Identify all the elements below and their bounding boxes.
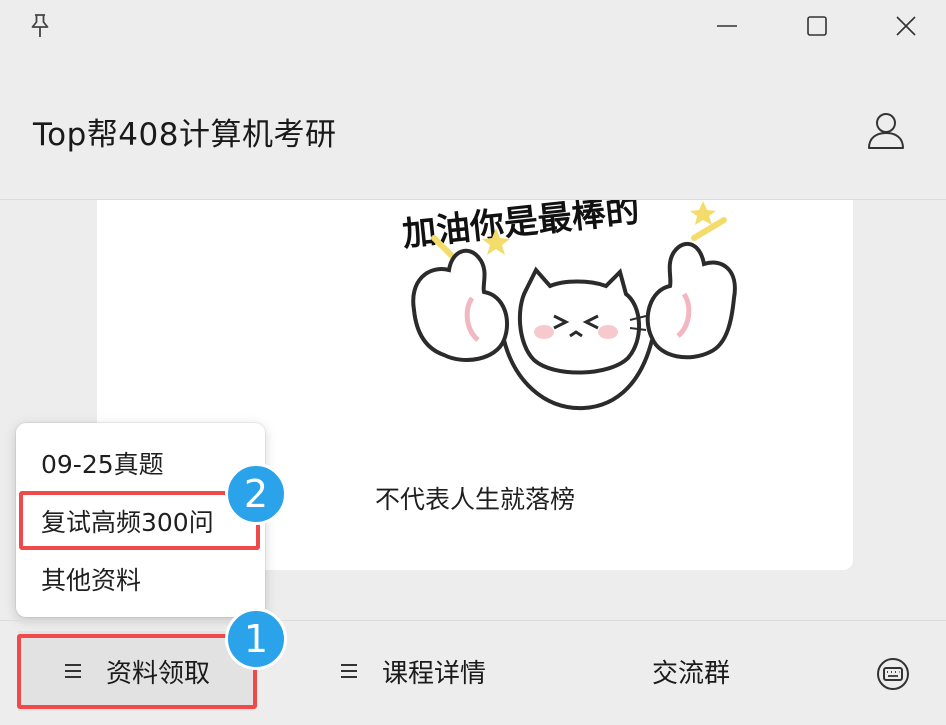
hamburger-icon [340, 663, 358, 679]
highlight-box-step-2 [19, 491, 260, 550]
popup-item-other-materials[interactable]: 其他资料 [16, 551, 265, 607]
close-button[interactable] [886, 10, 926, 46]
menu-group-chat-button[interactable]: 交流群 [652, 631, 772, 711]
menu-course-details-button[interactable]: 课程详情 [340, 631, 570, 711]
chat-header: Top帮408计算机考研 [0, 58, 946, 200]
keyboard-toggle-button[interactable] [872, 655, 914, 697]
pin-button[interactable] [24, 12, 56, 44]
user-icon [865, 109, 907, 155]
step-badge-2: 2 [225, 463, 287, 525]
profile-button[interactable] [862, 108, 910, 156]
keyboard-icon [875, 656, 911, 696]
pin-icon [29, 13, 51, 43]
minimize-icon [716, 15, 738, 41]
title-bar [0, 0, 946, 58]
page-title: Top帮408计算机考研 [33, 117, 337, 153]
menu-course-details-label: 课程详情 [382, 658, 487, 689]
close-icon [895, 15, 917, 41]
maximize-icon [806, 15, 828, 41]
message-text: 不代表人生就落榜 [375, 485, 576, 514]
highlight-box-step-1 [17, 634, 257, 709]
sticker-caption: 加油你是最棒的 [401, 200, 642, 255]
step-badge-1: 1 [225, 608, 287, 670]
minimize-button[interactable] [707, 10, 747, 46]
maximize-button[interactable] [797, 10, 837, 46]
menu-group-chat-label: 交流群 [652, 658, 731, 689]
sticker-image[interactable]: 加油你是最棒的 [394, 200, 754, 435]
